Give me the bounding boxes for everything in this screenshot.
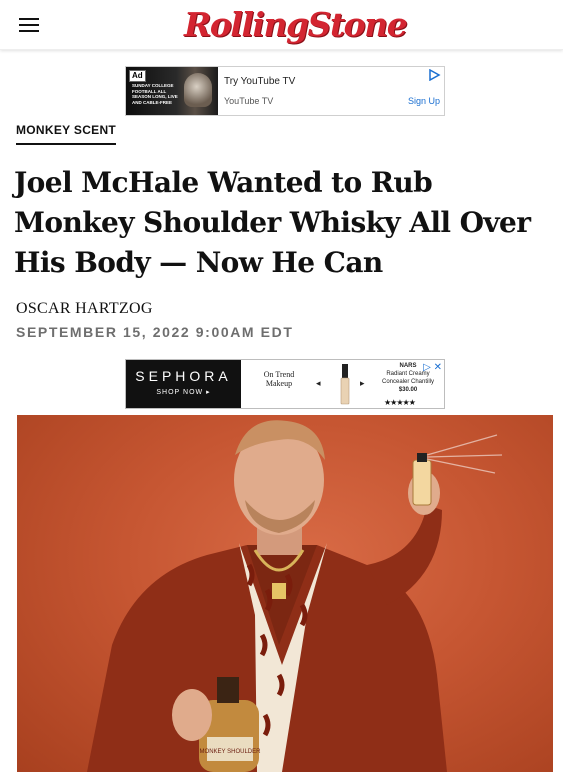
adchoices-icon[interactable]: [428, 69, 441, 81]
rating-stars: ★★★★★: [384, 398, 416, 407]
article-category[interactable]: MONKEY SCENT: [16, 123, 117, 145]
ad-middle-text: On Trend Makeup: [263, 370, 295, 388]
publish-date: SEPTEMBER 15, 2022 9:00AM EDT: [16, 324, 294, 340]
hamburger-menu-icon[interactable]: [18, 15, 42, 35]
sephora-logo: SEPHORA: [135, 368, 232, 384]
youtube-tv-ad[interactable]: Ad SUNDAY COLLEGE FOOTBALL ALL SEASON LO…: [125, 66, 445, 116]
shop-now-link[interactable]: SHOP NOW ▸: [126, 388, 241, 396]
carousel-next-icon[interactable]: ▸: [360, 378, 365, 389]
product-price: $30.00: [398, 387, 418, 393]
hero-photo-illustration: MONKEY SHOULDER: [87, 420, 503, 772]
football-helmet-graphic: [184, 73, 212, 107]
carousel-prev-icon[interactable]: ◂: [316, 378, 321, 389]
ad-image: Ad SUNDAY COLLEGE FOOTBALL ALL SEASON LO…: [126, 67, 218, 115]
rolling-stone-logo[interactable]: RollingStone: [184, 4, 408, 46]
article-headline: Joel McHale Wanted to Rub Monkey Shoulde…: [14, 166, 531, 279]
hero-image[interactable]: MONKEY SHOULDER: [17, 415, 553, 772]
bottle-label: MONKEY SHOULDER: [200, 749, 262, 755]
sephora-ad[interactable]: SEPHORA SHOP NOW ▸ On Trend Makeup ◂ ▸ N…: [125, 359, 445, 409]
concealer-product-image: [340, 364, 350, 405]
ad-signup-link[interactable]: Sign Up: [408, 96, 440, 106]
sephora-brand-panel[interactable]: SEPHORA SHOP NOW ▸: [126, 360, 241, 408]
adchoices-close-icon[interactable]: ▷ ✕: [423, 362, 442, 373]
ad-sponsor: YouTube TV: [224, 96, 274, 106]
ad-badge: Ad: [129, 70, 146, 82]
author-byline[interactable]: OSCAR HARTZOG: [16, 300, 153, 318]
ad-title[interactable]: Try YouTube TV: [224, 76, 295, 87]
site-header: RollingStone: [0, 0, 563, 50]
ad-image-text: SUNDAY COLLEGE FOOTBALL ALL SEASON LONG,…: [132, 83, 178, 105]
